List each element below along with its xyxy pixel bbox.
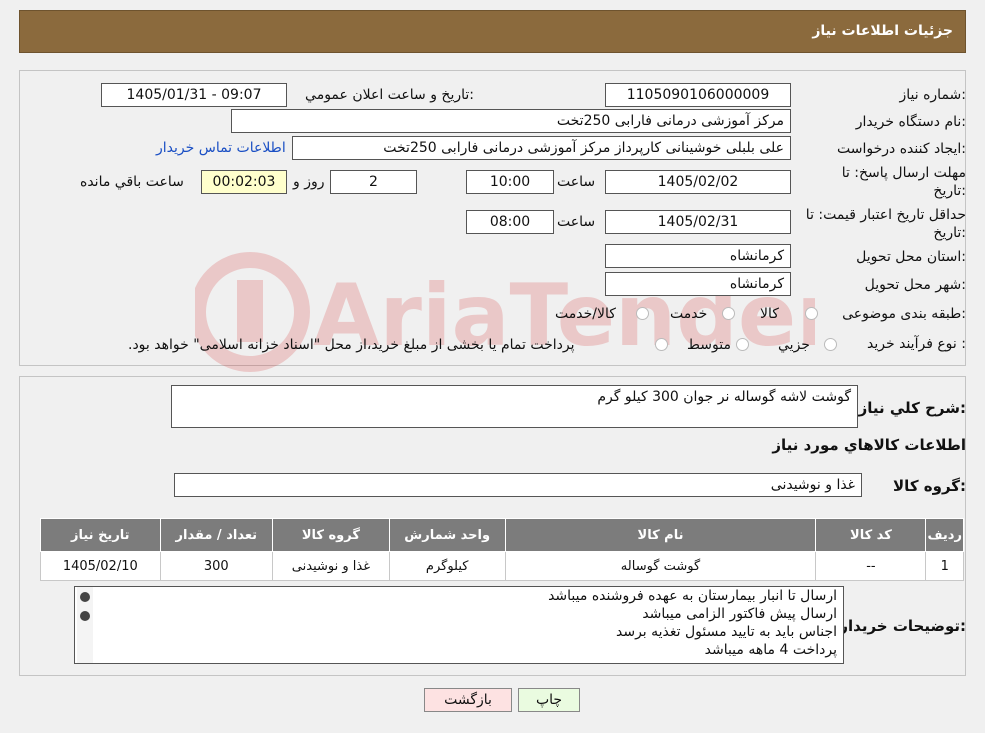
process-radio-treasury[interactable] [655, 338, 668, 351]
col-need-date: تاريخ نياز [40, 518, 161, 552]
validity-date-field: 1405/02/31 [605, 210, 791, 234]
cell-unit: کیلوگرم [388, 551, 506, 581]
cell-quantity: 300 [159, 551, 274, 581]
scroll-up-icon[interactable] [80, 592, 90, 602]
process-option-minor: جزيي [778, 337, 810, 353]
buyer-contact-link[interactable]: اطلاعات تماس خريدار [156, 140, 286, 156]
items-table: تاريخ نياز تعداد / مقدار گروه کالا واحد … [40, 518, 964, 581]
deadline-time-field: 10:00 [466, 170, 554, 194]
validity-time-label: ساعت [557, 214, 596, 230]
requester-label: ايجاد کننده درخواست: [837, 141, 966, 157]
deadline-time-label: ساعت [557, 174, 596, 190]
category-option-service: خدمت [670, 306, 708, 322]
time-remaining-label: ساعت باقي مانده [80, 174, 184, 190]
col-unit: واحد شمارش [388, 518, 506, 552]
need-number-label: شماره نیاز: [899, 87, 966, 103]
page-title: جزئیات اطلاعات نیاز [812, 23, 953, 39]
process-radio-minor[interactable] [824, 338, 837, 351]
back-button[interactable]: بازگشت [424, 688, 512, 712]
process-treasury-note: پرداخت تمام يا بخشی از مبلغ خريد،از محل … [128, 337, 575, 353]
days-label: روز و [293, 174, 325, 190]
buyer-notes-field[interactable]: ارسال تا انبار بیمارستان به عهده فروشنده… [74, 586, 844, 664]
buyer-org-field: مرکز آموزشی درمانی فارابی 250تخت [231, 109, 791, 133]
buyer-org-label: نام دستگاه خريدار: [855, 114, 966, 130]
cell-goods-code: -- [815, 551, 927, 581]
cell-row-number: 1 [925, 551, 964, 581]
col-goods-code: کد کالا [815, 518, 927, 552]
category-radio-goods-service[interactable] [636, 307, 649, 320]
validity-time-field: 08:00 [466, 210, 554, 234]
buyer-note-line: ارسال پیش فاکتور الزامی میباشد [642, 606, 837, 622]
notes-scrollbar[interactable] [77, 587, 93, 663]
province-field: کرمانشاه [605, 244, 791, 268]
announce-datetime-field: 1405/01/31 - 09:07 [101, 83, 287, 107]
city-field: کرمانشاه [605, 272, 791, 296]
days-remaining-field: 2 [330, 170, 417, 194]
table-header-row: تاريخ نياز تعداد / مقدار گروه کالا واحد … [40, 518, 964, 552]
category-radio-service[interactable] [722, 307, 735, 320]
description-label: شرح کلي نياز: [858, 399, 966, 417]
buyer-note-line: اجناس باید به تایید مسئول تغذیه برسد [616, 624, 837, 640]
deadline-label: مهلت ارسال پاسخ: تا [841, 165, 966, 181]
buyer-note-line: ارسال تا انبار بیمارستان به عهده فروشنده… [548, 588, 837, 604]
category-radio-goods[interactable] [805, 307, 818, 320]
buyer-note-line: پرداخت 4 ماهه میباشد [704, 642, 837, 658]
deadline-date-field: 1405/02/02 [605, 170, 791, 194]
goods-group-label: گروه کالا: [893, 477, 966, 495]
need-number-field: 1105090106000009 [605, 83, 791, 107]
time-remaining-field: 00:02:03 [201, 170, 287, 194]
scroll-down-icon[interactable] [80, 611, 90, 621]
deadline-label-date: تاريخ: [933, 183, 966, 199]
col-quantity: تعداد / مقدار [159, 518, 274, 552]
requester-field: علی بلبلی خوشینانی کارپرداز مرکز آموزشی … [292, 136, 791, 160]
city-label: شهر محل تحويل: [864, 277, 966, 293]
process-radio-medium[interactable] [736, 338, 749, 351]
table-row: 1405/02/10 300 غذا و نوشیدنی کیلوگرم گوش… [40, 551, 964, 581]
category-option-goods-service: کالا/خدمت [555, 306, 616, 322]
col-row-number: رديف [925, 518, 964, 552]
print-button[interactable]: چاپ [518, 688, 580, 712]
col-goods-name: نام کالا [504, 518, 817, 552]
province-label: استان محل تحويل: [856, 249, 966, 265]
col-goods-group: گروه کالا [272, 518, 390, 552]
description-field: گوشت لاشه گوساله نر جوان 300 کیلو گرم [171, 385, 858, 428]
goods-group-field: غذا و نوشیدنی [174, 473, 862, 497]
cell-goods-name: گوشت گوساله [504, 551, 817, 581]
cell-need-date: 1405/02/10 [40, 551, 161, 581]
cell-goods-group: غذا و نوشیدنی [272, 551, 390, 581]
validity-label-date: تاريخ: [933, 225, 966, 241]
process-label: نوع فرآيند خريد : [867, 336, 966, 352]
category-option-goods: کالا [760, 306, 779, 322]
category-label: طبقه بندی موضوعی: [842, 306, 966, 322]
process-option-medium: متوسط [687, 337, 731, 353]
page-header: جزئیات اطلاعات نیاز [19, 10, 966, 53]
goods-info-title: اطلاعات کالاهاي مورد نياز [772, 436, 966, 454]
buyer-notes-label: توضيحات خريدار: [839, 617, 966, 635]
announce-label: تاریخ و ساعت اعلان عمومي: [305, 87, 474, 103]
validity-label: حداقل تاريخ اعتبار قيمت: تا [805, 207, 966, 223]
